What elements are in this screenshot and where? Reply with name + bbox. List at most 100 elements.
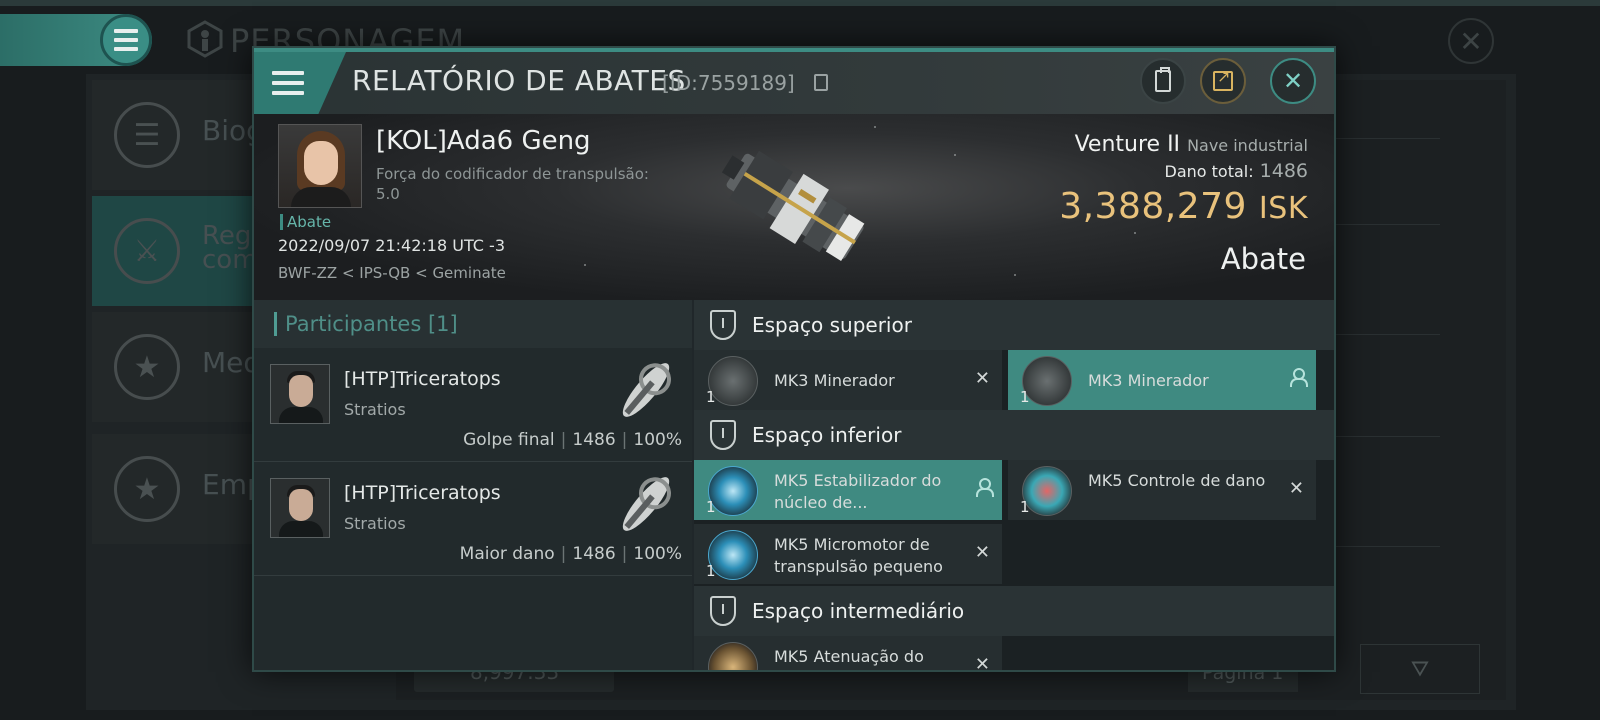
share-button[interactable] (1200, 58, 1246, 104)
shield-slot-icon (710, 310, 736, 340)
isk-unit: ISK (1258, 191, 1308, 226)
module-qty: 1 (706, 498, 716, 516)
shield-slot-icon (710, 420, 736, 450)
victim-tag: Abate (280, 214, 331, 230)
shield-slot-icon (710, 596, 736, 626)
clipboard-button[interactable] (1140, 58, 1186, 104)
isk-amount: 3,388,279 (1059, 186, 1247, 227)
fitting-panel: Espaço superior 1 MK3 Minerador ✕ 1 MK3 … (694, 300, 1334, 672)
module-item[interactable]: 1 MK5 Estabilizador do núcleo de... (694, 460, 1002, 520)
victim-section: [KOL]Ada6 Geng Força do codificador de t… (254, 114, 1334, 300)
app-root: { "background": { "title": "PERSONAGEM",… (0, 0, 1600, 720)
module-item[interactable]: 1 MK3 Minerador (1008, 350, 1316, 410)
module-name: MK3 Minerador (1088, 371, 1209, 390)
ship-image[interactable] (694, 128, 894, 288)
participant-role: Maior dano (459, 544, 555, 564)
participant-row[interactable]: [HTP]Triceratops Stratios Golpe final | 14… (254, 348, 692, 462)
module-name: MK3 Minerador (774, 371, 895, 390)
isk-value: 3,388,279 ISK (1059, 186, 1308, 227)
participant-ship: Stratios (344, 514, 406, 533)
module-item[interactable]: 1 MK5 Micromotor de transpulsão pequeno … (694, 524, 1002, 584)
participant-name: [HTP]Triceratops (344, 368, 501, 390)
destroyed-icon: ✕ (974, 654, 990, 672)
hamburger-icon (272, 71, 304, 95)
high-slot-header: Espaço superior (694, 300, 1334, 350)
participant-damage: 1486 (572, 544, 616, 564)
list-icon: ☰ (114, 102, 180, 168)
destroyed-icon: ✕ (974, 542, 990, 563)
ship-class: Nave industrial (1187, 136, 1308, 155)
low-slot-header: Espaço inferior (694, 410, 1334, 460)
stat-label: Força do codificador de transpulsão: (376, 165, 649, 183)
kill-location[interactable]: BWF-ZZ < IPS-QB < Geminate (278, 264, 506, 282)
participant-percent: 100% (633, 430, 682, 450)
participants-header: Participantes [1] (254, 300, 692, 348)
ship-name[interactable]: Venture II Nave industrial (1075, 132, 1308, 157)
bg-close-icon[interactable]: ✕ (1448, 18, 1494, 64)
character-icon (187, 20, 223, 58)
participants-count: [1] (427, 312, 458, 336)
victim-portrait[interactable] (278, 124, 362, 208)
filter-button[interactable]: ⛛ (1360, 644, 1480, 694)
hamburger-icon (114, 29, 138, 51)
module-item[interactable]: 1 MK3 Minerador ✕ (694, 350, 1002, 410)
main-menu-button[interactable] (100, 14, 152, 66)
kill-datetime: 2022/09/07 21:42:18 UTC -3 (278, 236, 506, 255)
module-qty: 1 (1020, 388, 1030, 406)
module-name: MK5 Estabilizador do núcleo de... (774, 471, 942, 512)
module-item[interactable]: 1 MK5 Controle de dano ✕ (1008, 460, 1316, 520)
module-name: MK5 Atenuação do (774, 647, 924, 666)
slot-title: Espaço superior (752, 313, 912, 337)
medal-star-icon: ★ (114, 334, 180, 400)
crossed-swords-icon: ⚔ (114, 218, 180, 284)
stat-value: 5.0 (376, 185, 400, 203)
total-damage: Dano total: 1486 (1165, 160, 1308, 182)
destroyed-icon: ✕ (1288, 478, 1304, 499)
participant-damage: 1486 (572, 430, 616, 450)
participant-stats: Golpe final | 1486 | 100% (463, 430, 682, 450)
participant-role: Golpe final (463, 430, 555, 450)
victim-name[interactable]: [KOL]Ada6 Geng (376, 126, 591, 156)
ship-type: Venture II (1074, 132, 1181, 157)
destroyed-icon: ✕ (974, 368, 990, 389)
participant-avatar[interactable] (270, 364, 330, 424)
module-qty: 1 (706, 562, 716, 580)
share-icon (1213, 67, 1233, 91)
slot-title: Espaço inferior (752, 423, 902, 447)
dampener-icon (708, 642, 758, 670)
module-name: MK5 Micromotor de transpulsão pequeno (774, 535, 943, 576)
damage-label: Dano total: (1164, 162, 1254, 181)
close-icon: ✕ (1282, 67, 1304, 95)
module-name: MK5 Controle de dano (1088, 471, 1266, 490)
participants-panel: Participantes [1] [HTP]Triceratops Strat… (254, 300, 692, 670)
participants-title: Participantes [1] (274, 312, 458, 336)
mid-slot-header: Espaço intermediário (694, 586, 1334, 636)
slot-title: Espaço intermediário (752, 599, 965, 623)
participant-avatar[interactable] (270, 478, 330, 538)
participant-percent: 100% (633, 544, 682, 564)
participant-stats: Maior dano | 1486 | 100% (459, 544, 682, 564)
kill-type: Abate (1220, 242, 1306, 276)
dropped-person-icon (1290, 368, 1308, 387)
clipboard-icon (1155, 67, 1171, 92)
participant-ship-image[interactable] (608, 466, 684, 542)
participant-name: [HTP]Triceratops (344, 482, 501, 504)
killmail-dialog: RELATÓRIO DE ABATES [ID:7559189] ✕ [KOL]… (252, 46, 1336, 672)
module-qty: 1 (1020, 498, 1030, 516)
module-qty: 1 (706, 388, 716, 406)
killmail-id: [ID:7559189] (662, 71, 795, 95)
dialog-title: RELATÓRIO DE ABATES (352, 64, 686, 97)
corporation-star-icon: ★ (114, 456, 180, 522)
participant-row[interactable]: [HTP]Triceratops Stratios Maior dano | 148… (254, 462, 692, 576)
victim-stat: Força do codificador de transpulsão: 5.0 (376, 164, 666, 204)
dropped-person-icon (976, 478, 994, 497)
participants-label: Participantes (285, 312, 422, 336)
module-item[interactable]: 1 MK5 Atenuação do ✕ (694, 636, 1002, 672)
participant-ship: Stratios (344, 400, 406, 419)
damage-value: 1486 (1259, 160, 1308, 182)
filter-icon: ⛛ (1410, 656, 1430, 682)
top-accent-line (0, 0, 1600, 6)
copy-icon[interactable] (814, 74, 828, 91)
participant-ship-image[interactable] (608, 352, 684, 428)
close-button[interactable]: ✕ (1270, 58, 1316, 104)
